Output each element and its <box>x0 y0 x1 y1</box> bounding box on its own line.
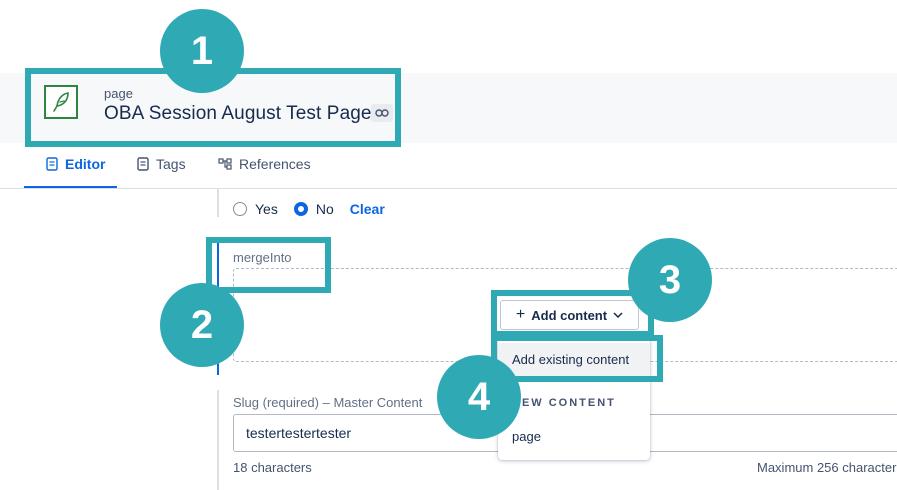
references-icon <box>218 158 232 170</box>
clear-link[interactable]: Clear <box>350 201 385 217</box>
tabs-divider <box>0 188 897 189</box>
annotation-badge-4: 4 <box>437 355 521 439</box>
slug-max-length: Maximum 256 characters <box>757 460 897 475</box>
boolean-radio-group: Yes No Clear <box>233 201 385 217</box>
slug-label: Slug (required) – Master Content <box>233 395 423 410</box>
tab-tags[interactable]: Tags <box>137 156 186 172</box>
field-guide-line <box>217 390 219 490</box>
slug-char-count: 18 characters <box>233 460 312 475</box>
tab-editor-label: Editor <box>65 156 106 172</box>
radio-no-label: No <box>315 201 334 217</box>
annotation-badge-3: 3 <box>628 238 712 322</box>
radio-no[interactable] <box>293 202 308 216</box>
field-guide-line <box>217 189 219 217</box>
radio-yes[interactable] <box>233 202 247 216</box>
tab-references-label: References <box>239 156 311 172</box>
annotation-badge-2: 2 <box>160 283 244 367</box>
tag-list-icon <box>137 157 149 171</box>
menu-section-new-content: NEW CONTENT <box>512 397 616 409</box>
annotation-highlight-3 <box>491 290 654 337</box>
document-icon <box>46 157 58 171</box>
tab-editor[interactable]: Editor <box>46 156 105 172</box>
annotation-badge-1: 1 <box>160 9 244 93</box>
radio-yes-label: Yes <box>255 201 278 217</box>
annotation-highlight-4 <box>491 335 663 382</box>
tab-tags-label: Tags <box>156 156 186 172</box>
menu-item-page[interactable]: page <box>498 429 664 444</box>
annotation-highlight-2 <box>206 237 331 293</box>
tab-references[interactable]: References <box>218 156 311 172</box>
